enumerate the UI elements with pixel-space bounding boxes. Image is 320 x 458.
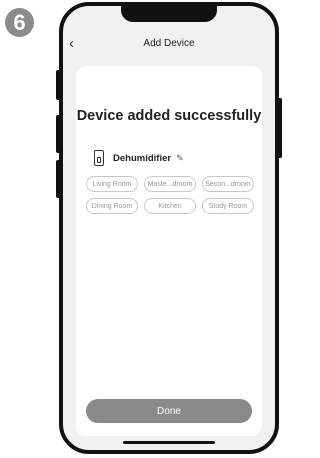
home-indicator — [123, 441, 215, 444]
room-chip[interactable]: Study Room — [202, 198, 254, 214]
step-number-badge: 6 — [5, 8, 34, 37]
room-chip[interactable]: Maste...droom — [144, 176, 196, 192]
room-chip[interactable]: Living Room — [86, 176, 138, 192]
room-chip[interactable]: Secon...droom — [202, 176, 254, 192]
device-name: Dehumidifier — [113, 152, 172, 164]
dehumidifier-icon — [94, 150, 104, 166]
device-row: Dehumidifier ✎ — [94, 148, 184, 168]
page-title: Add Device — [143, 38, 195, 49]
edit-icon[interactable]: ✎ — [176, 153, 184, 164]
room-chip-list: Living Room Maste...droom Secon...droom … — [86, 176, 258, 214]
nav-bar: ‹ Add Device — [63, 34, 275, 56]
phone-notch — [121, 6, 217, 22]
done-button[interactable]: Done — [86, 399, 252, 423]
room-chip[interactable]: Dining Room — [86, 198, 138, 214]
phone-frame: ‹ Add Device Device added successfully D… — [59, 2, 279, 454]
room-chip[interactable]: Kitchen — [144, 198, 196, 214]
result-card: Device added successfully Dehumidifier ✎… — [76, 66, 262, 436]
success-message: Device added successfully — [76, 108, 262, 124]
